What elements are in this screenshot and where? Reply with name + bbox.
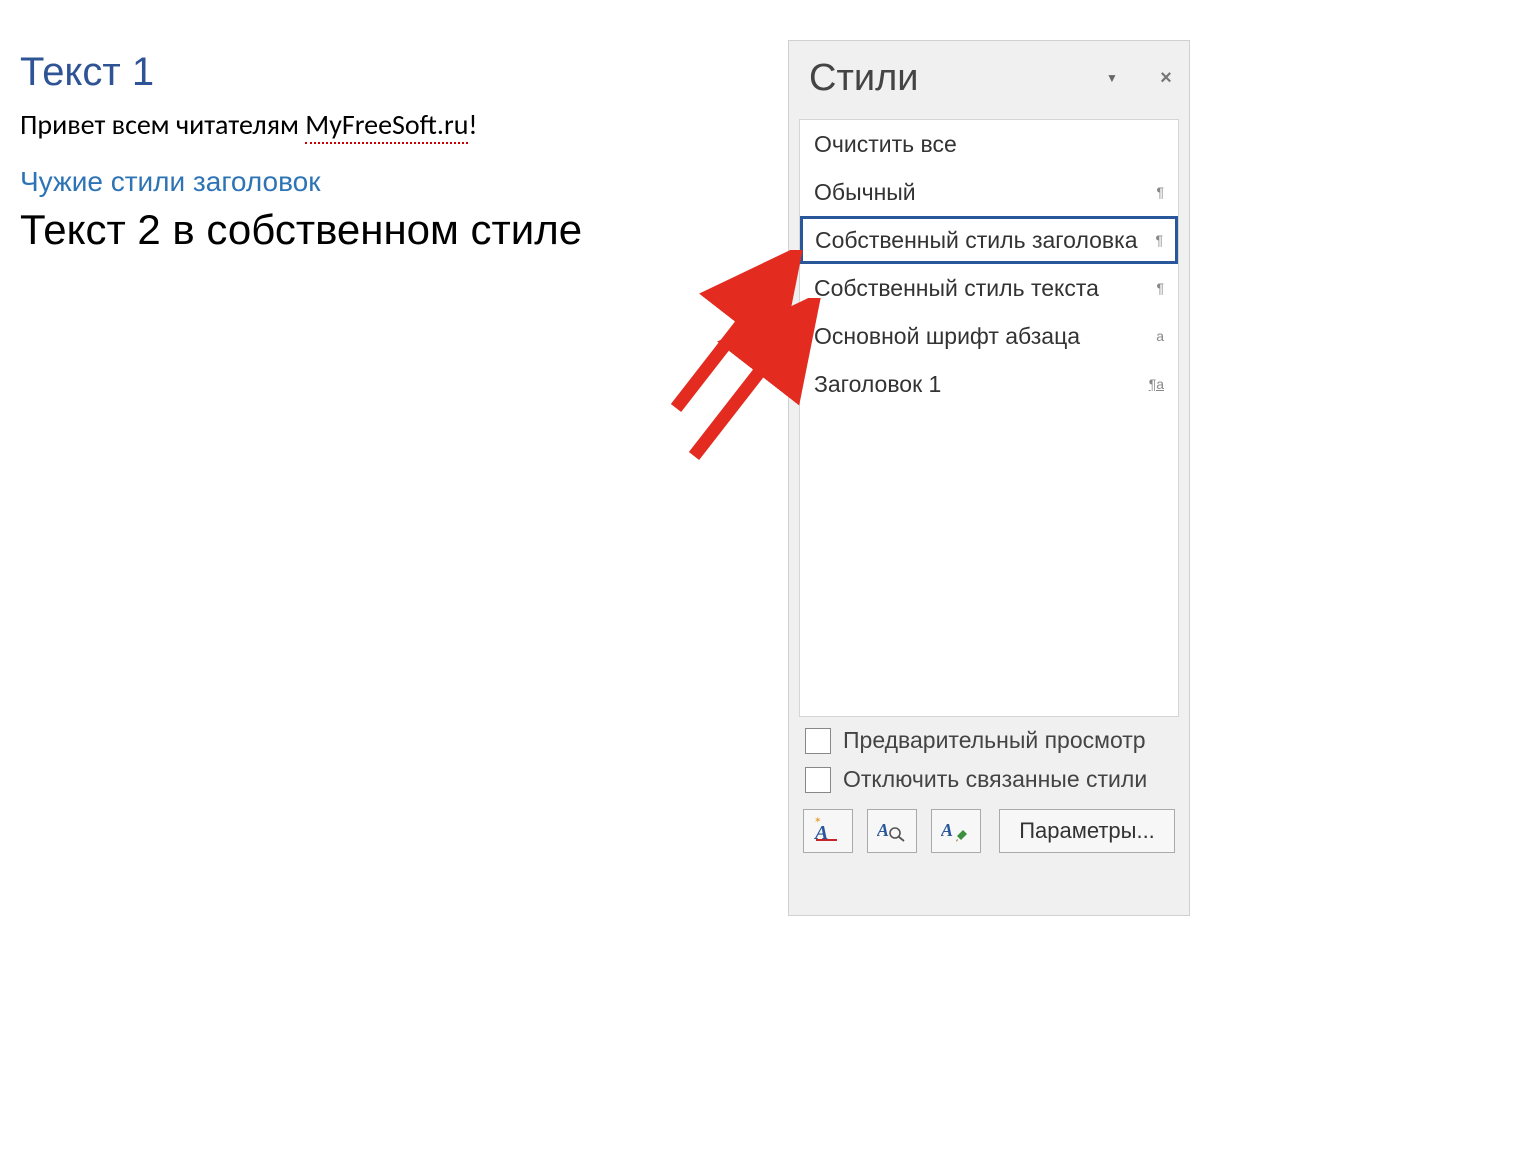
pane-title: Стили	[809, 57, 1097, 100]
new-style-icon: ✶ A	[813, 816, 843, 847]
style-item-normal[interactable]: Обычный ¶	[800, 168, 1178, 216]
manage-styles-icon: A	[941, 816, 971, 847]
styles-list: Очистить все Обычный ¶ Собственный стиль…	[799, 119, 1179, 717]
options-button-label: Параметры...	[1019, 818, 1155, 844]
pane-footer: ✶ A A A	[789, 799, 1189, 863]
style-inspector-icon: A	[877, 816, 907, 847]
disable-linked-checkbox-label: Отключить связанные стили	[843, 766, 1147, 793]
style-label: Собственный стиль текста	[814, 275, 1099, 302]
pane-dropdown-icon[interactable]: ▼	[1097, 63, 1127, 93]
document-area: Текст 1 Привет всем читателям MyFreeSoft…	[20, 50, 780, 254]
style-marker: ¶	[1156, 280, 1164, 296]
custom-style-paragraph[interactable]: Текст 2 в собственном стиле	[20, 206, 780, 254]
style-marker: ¶	[1155, 232, 1163, 248]
close-icon[interactable]: ×	[1151, 63, 1181, 93]
styles-pane: Стили ▼ × Очистить все Обычный ¶ Собстве…	[788, 40, 1190, 916]
manage-styles-button[interactable]: A	[931, 809, 981, 853]
disable-linked-checkbox[interactable]	[805, 767, 831, 793]
body-paragraph[interactable]: Привет всем читателям MyFreeSoft.ru!	[20, 107, 780, 142]
style-item-clear-all[interactable]: Очистить все	[800, 120, 1178, 168]
style-marker: ¶	[1156, 184, 1164, 200]
style-label: Очистить все	[814, 131, 957, 158]
style-item-default-paragraph-font[interactable]: Основной шрифт абзаца a	[800, 312, 1178, 360]
style-item-heading-1[interactable]: Заголовок 1 ¶a	[800, 360, 1178, 408]
style-label: Обычный	[814, 179, 916, 206]
style-label: Собственный стиль заголовка	[815, 227, 1138, 254]
heading-1[interactable]: Текст 1	[20, 50, 780, 95]
disable-linked-checkbox-row[interactable]: Отключить связанные стили	[789, 760, 1189, 799]
style-item-custom-text[interactable]: Собственный стиль текста ¶	[800, 264, 1178, 312]
options-button[interactable]: Параметры...	[999, 809, 1175, 853]
style-inspector-button[interactable]: A	[867, 809, 917, 853]
style-label: Основной шрифт абзаца	[814, 323, 1080, 350]
preview-checkbox[interactable]	[805, 728, 831, 754]
spellcheck-error[interactable]: MyFreeSoft.ru	[305, 107, 468, 144]
preview-checkbox-label: Предварительный просмотр	[843, 727, 1146, 754]
body-text-suffix: !	[468, 107, 477, 142]
style-marker: ¶a	[1149, 376, 1164, 392]
pane-header: Стили ▼ ×	[789, 41, 1189, 115]
style-label: Заголовок 1	[814, 371, 941, 398]
svg-text:A: A	[941, 820, 953, 840]
svg-text:A: A	[877, 820, 889, 840]
preview-checkbox-row[interactable]: Предварительный просмотр	[789, 721, 1189, 760]
subheading[interactable]: Чужие стили заголовок	[20, 166, 780, 198]
body-text-prefix: Привет всем читателям	[20, 107, 305, 142]
new-style-button[interactable]: ✶ A	[803, 809, 853, 853]
style-item-custom-heading[interactable]: Собственный стиль заголовка ¶	[800, 216, 1178, 264]
style-marker: a	[1156, 328, 1164, 344]
